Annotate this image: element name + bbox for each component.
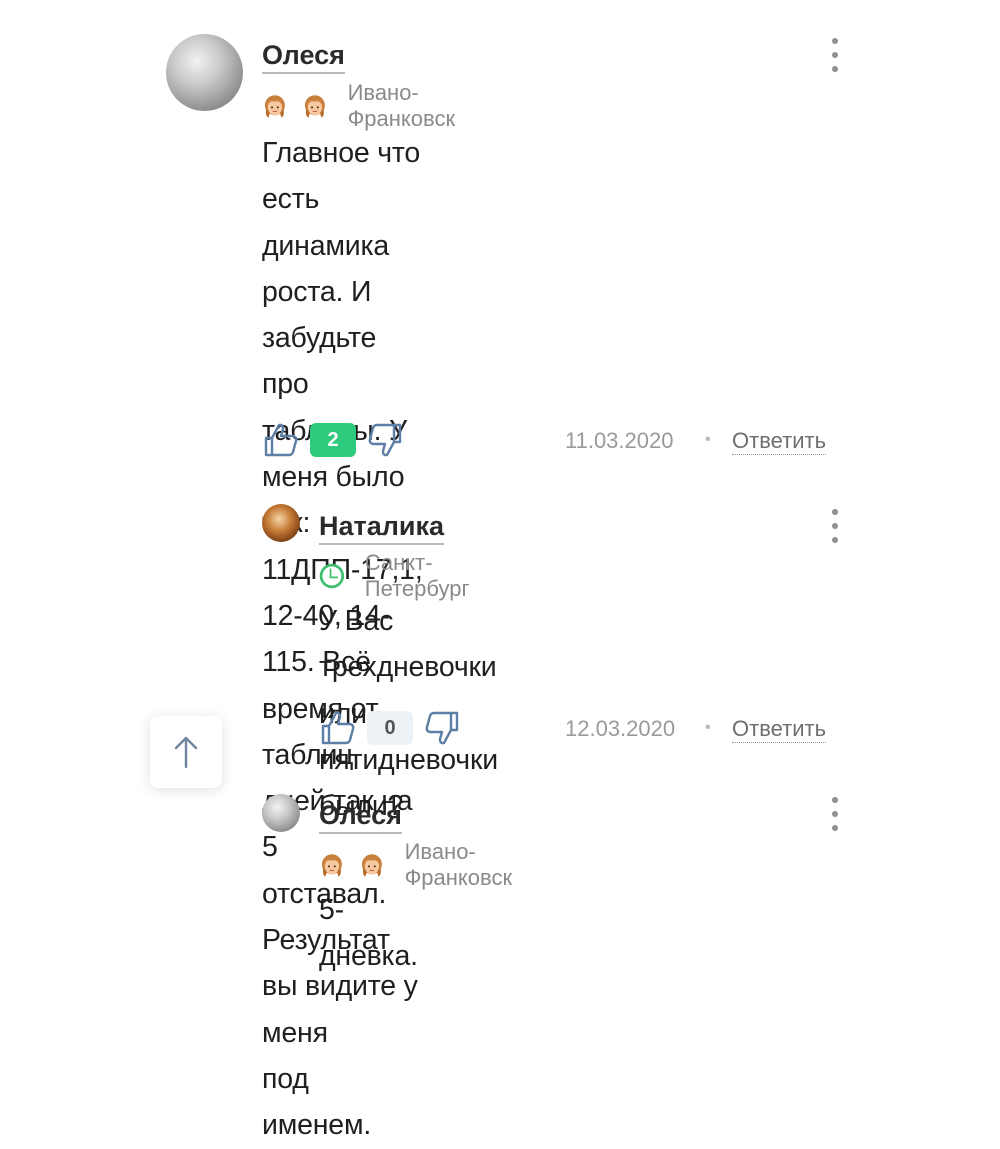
girl-icon [302, 88, 328, 124]
author-name[interactable]: Наталика [319, 511, 445, 545]
more-options-icon[interactable] [830, 797, 840, 831]
vote-controls: 2 [262, 421, 404, 459]
scroll-to-top-button[interactable] [150, 716, 222, 788]
thumbs-up-icon[interactable] [262, 421, 300, 459]
author-city: Ивано-Франковск [404, 839, 513, 890]
like-count: 0 [367, 711, 413, 745]
author-meta: Ивано-Франковск [262, 80, 476, 132]
avatar[interactable] [166, 34, 243, 111]
girl-icon [262, 88, 288, 124]
author-meta: Санкт-Петербург [319, 550, 482, 602]
comment-date: 12.03.2020 [565, 716, 676, 741]
more-options-icon[interactable] [830, 509, 840, 543]
like-count: 2 [310, 423, 356, 457]
author-city: Санкт-Петербург [364, 550, 470, 601]
thumbs-up-icon[interactable] [319, 709, 357, 747]
more-options-icon[interactable] [830, 38, 840, 72]
author-name[interactable]: Олеся [319, 800, 402, 834]
separator-dot: • [705, 431, 711, 448]
comment-text: 5-дневка. [319, 894, 418, 973]
separator-dot: • [705, 719, 711, 736]
avatar[interactable] [262, 794, 300, 832]
thumbs-down-icon[interactable] [423, 709, 461, 747]
author-city: Ивано-Франковск [347, 80, 456, 131]
avatar[interactable] [262, 504, 300, 542]
author-name[interactable]: Олеся [262, 40, 345, 74]
reply-link[interactable]: Ответить [732, 428, 827, 455]
clock-icon [319, 563, 345, 589]
girl-icon [359, 847, 385, 883]
arrow-up-icon [174, 736, 198, 769]
girl-icon [319, 847, 345, 883]
thumbs-down-icon[interactable] [366, 421, 404, 459]
vote-controls: 0 [319, 709, 461, 747]
comment-date: 11.03.2020 [565, 428, 674, 453]
author-meta: Ивано-Франковск [319, 839, 533, 891]
reply-link[interactable]: Ответить [732, 716, 827, 743]
